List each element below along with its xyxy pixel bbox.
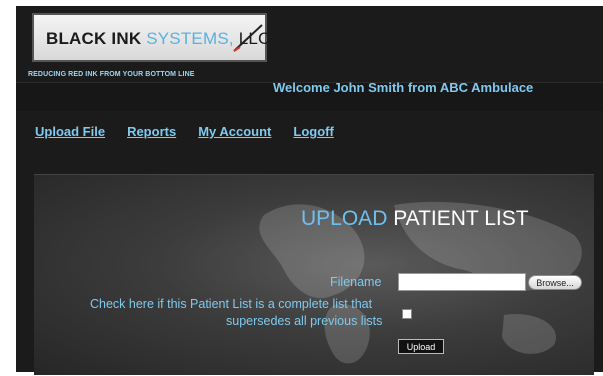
nav-reports[interactable]: Reports: [127, 124, 176, 139]
complete-list-label-line1: Check here if this Patient List is a com…: [90, 297, 373, 311]
nav-my-account[interactable]: My Account: [198, 124, 271, 139]
complete-list-label-line2: supersedes all previous lists: [226, 314, 383, 328]
main-nav: Upload File Reports My Account Logoff: [35, 124, 356, 139]
tagline: REDUCING RED INK FROM YOUR BOTTOM LINE: [28, 71, 195, 78]
logo-main: BLACK INK: [46, 29, 147, 48]
browse-button[interactable]: Browse...: [528, 275, 582, 290]
title-patient-list: PATIENT LIST: [387, 207, 529, 230]
complete-list-checkbox[interactable]: [402, 309, 412, 319]
welcome-message: Welcome John Smith from ABC Ambulace: [273, 80, 534, 95]
upload-button[interactable]: Upload: [398, 339, 444, 354]
pen-icon: [233, 24, 263, 52]
filename-label: Filename: [330, 275, 382, 289]
nav-logoff[interactable]: Logoff: [293, 124, 333, 139]
company-logo[interactable]: BLACK INK SYSTEMS, LLC: [32, 13, 270, 62]
nav-upload-file[interactable]: Upload File: [35, 124, 105, 139]
page-title: UPLOAD PATIENT LIST: [301, 207, 529, 231]
title-upload: UPLOAD: [301, 207, 388, 230]
filename-field[interactable]: [398, 273, 526, 291]
logo-systems: SYSTEMS,: [146, 29, 234, 48]
